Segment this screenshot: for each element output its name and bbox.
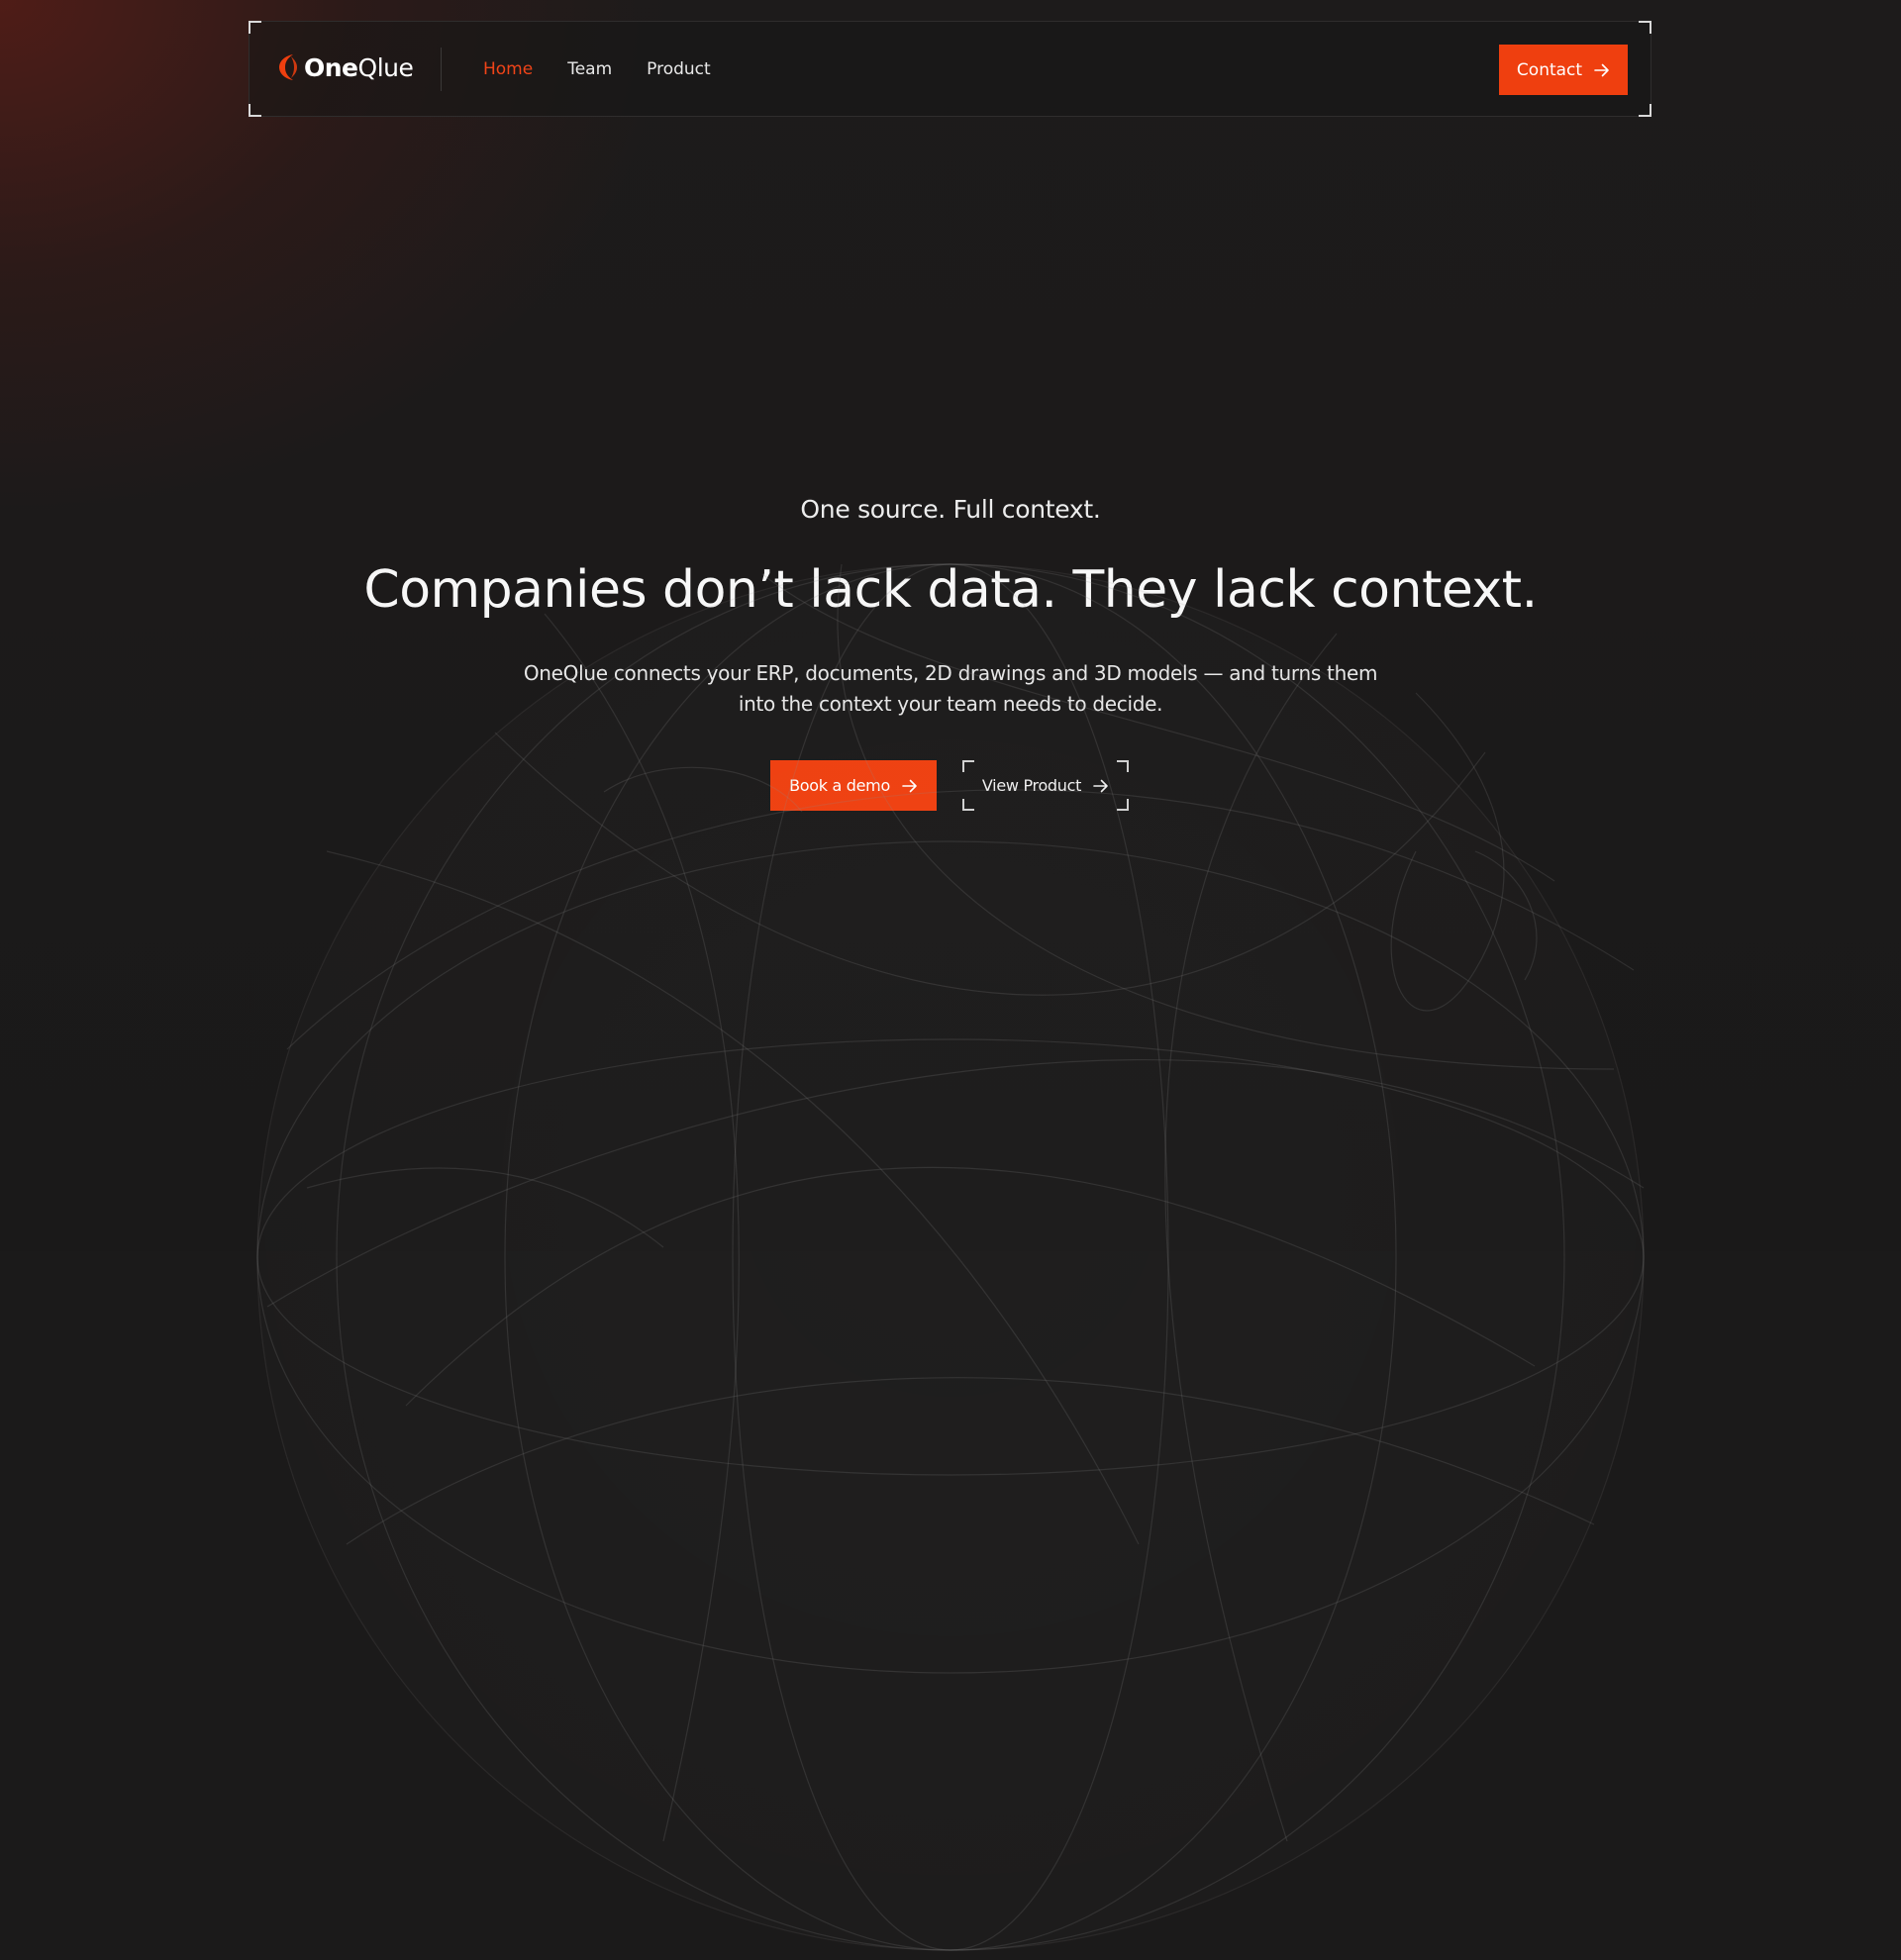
wireframe-globe-graphic — [256, 563, 1645, 1951]
nav-link-product[interactable]: Product — [647, 59, 711, 79]
brand-name-bold: One — [304, 52, 358, 82]
arrow-right-icon — [1594, 63, 1609, 76]
corner-bracket — [1639, 104, 1651, 117]
hero-eyebrow: One source. Full context. — [800, 495, 1101, 524]
brand-name-light: Qlue — [357, 52, 414, 82]
nav-link-home[interactable]: Home — [483, 59, 533, 79]
top-navbar: OneQlue Home Team Product Contact — [249, 21, 1651, 117]
contact-button-label: Contact — [1516, 59, 1583, 80]
brand-name: OneQlue — [304, 52, 414, 82]
contact-button[interactable]: Contact — [1499, 45, 1628, 95]
logo-mark-icon — [279, 54, 297, 80]
brand-logo[interactable]: OneQlue — [279, 50, 414, 84]
nav-links: Home Team Product — [483, 22, 711, 116]
nav-link-team[interactable]: Team — [567, 59, 612, 79]
corner-bracket — [1639, 21, 1651, 34]
nav-divider — [441, 48, 442, 91]
corner-bracket — [249, 21, 261, 34]
corner-bracket — [249, 104, 261, 117]
